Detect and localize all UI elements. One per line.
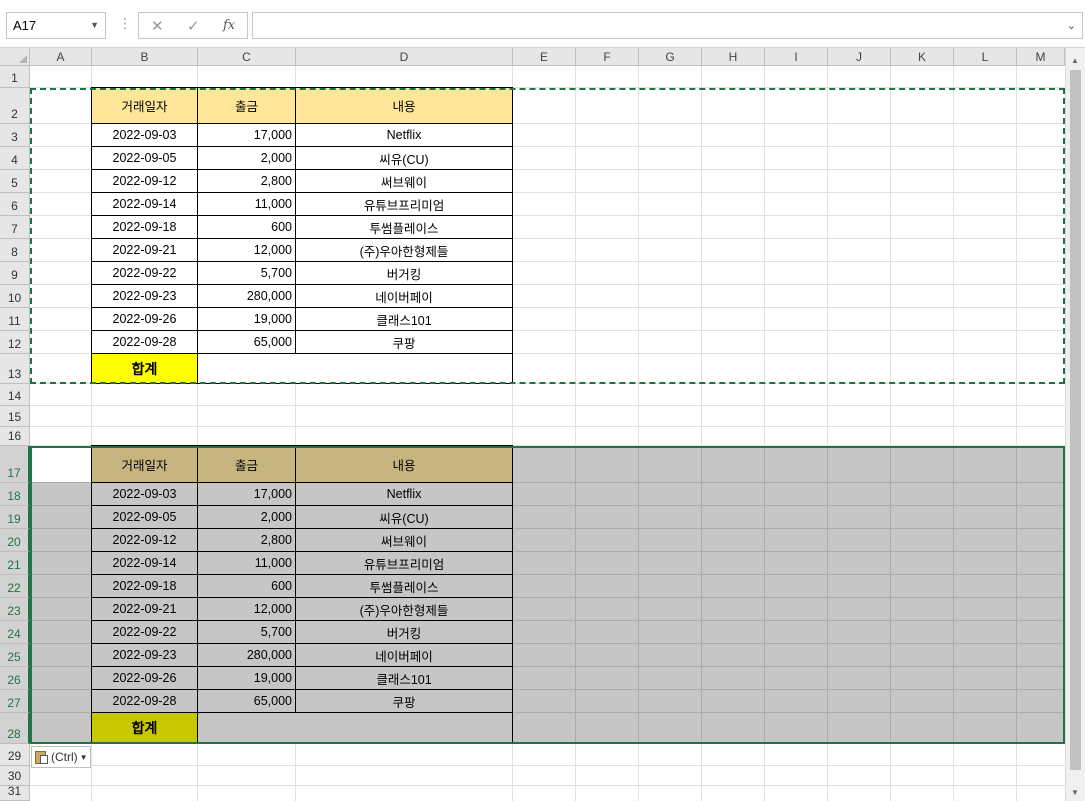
column-header-l[interactable]: L [954,48,1017,66]
gridline [30,765,1065,766]
row-header-30[interactable]: 30 [0,766,30,786]
enter-icon[interactable]: ✓ [187,17,200,35]
column-header-f[interactable]: F [576,48,639,66]
row-header-13[interactable]: 13 [0,354,30,384]
scroll-down-icon[interactable]: ▼ [1071,788,1079,797]
insert-function-icon[interactable]: fx [223,18,235,33]
formula-input[interactable]: ⌄ [252,12,1083,39]
row-header-18[interactable]: 18 [0,483,30,506]
row-header-22[interactable]: 22 [0,575,30,598]
row-header-27[interactable]: 27 [0,690,30,713]
row-header-25[interactable]: 25 [0,644,30,667]
expand-formula-bar-icon[interactable]: ⌄ [1067,19,1076,32]
copy-marquee [30,88,1065,384]
column-header-i[interactable]: I [765,48,828,66]
gridline [30,426,1065,427]
row-header-29[interactable]: 29 [0,744,30,766]
column-header-h[interactable]: H [702,48,765,66]
row-header-17[interactable]: 17 [0,446,30,483]
row-header-28[interactable]: 28 [0,713,30,744]
column-header-k[interactable]: K [891,48,954,66]
row-header-10[interactable]: 10 [0,285,30,308]
row-header-26[interactable]: 26 [0,667,30,690]
column-header-m[interactable]: M [1017,48,1065,66]
row-header-3[interactable]: 3 [0,124,30,147]
selection-range [30,446,1065,744]
column-header-b[interactable]: B [92,48,198,66]
row-header-16[interactable]: 16 [0,427,30,446]
formula-buttons: ✕ ✓ fx [138,12,248,39]
row-header-12[interactable]: 12 [0,331,30,354]
row-header-20[interactable]: 20 [0,529,30,552]
row-header-19[interactable]: 19 [0,506,30,529]
select-all-button[interactable] [0,48,30,66]
chevron-down-icon: ▼ [79,752,88,762]
name-box-value: A17 [13,18,37,33]
row-header-9[interactable]: 9 [0,262,30,285]
name-box[interactable]: A17 ▼ [6,12,106,39]
row-header-14[interactable]: 14 [0,384,30,406]
column-header-j[interactable]: J [828,48,891,66]
row-header-15[interactable]: 15 [0,406,30,427]
vertical-scrollbar[interactable]: ▲ ▼ [1065,48,1085,801]
row-header-5[interactable]: 5 [0,170,30,193]
row-header-11[interactable]: 11 [0,308,30,331]
row-header-23[interactable]: 23 [0,598,30,621]
grip-icon[interactable]: ⋮ [118,15,132,32]
paste-options-label: (Ctrl) [51,750,78,764]
row-header-2[interactable]: 2 [0,88,30,124]
paste-options-button[interactable]: (Ctrl) ▼ [31,746,91,768]
row-header-31[interactable]: 31 [0,784,30,801]
scroll-up-icon[interactable]: ▲ [1071,56,1079,65]
column-header-a[interactable]: A [30,48,92,66]
row-header-24[interactable]: 24 [0,621,30,644]
cancel-icon[interactable]: ✕ [151,17,164,35]
row-header-4[interactable]: 4 [0,147,30,170]
column-header-e[interactable]: E [513,48,576,66]
scroll-thumb[interactable] [1070,70,1081,770]
gridline [30,405,1065,406]
row-header-1[interactable]: 1 [0,66,30,88]
chevron-down-icon[interactable]: ▼ [90,20,99,30]
column-header-c[interactable]: C [198,48,296,66]
column-header-d[interactable]: D [296,48,513,66]
row-header-8[interactable]: 8 [0,239,30,262]
formula-bar: A17 ▼ ⋮ ✕ ✓ fx ⌄ [0,0,1085,48]
row-header-6[interactable]: 6 [0,193,30,216]
row-header-7[interactable]: 7 [0,216,30,239]
row-header-21[interactable]: 21 [0,552,30,575]
clipboard-icon [35,750,49,764]
gridline [30,785,1065,786]
column-header-g[interactable]: G [639,48,702,66]
